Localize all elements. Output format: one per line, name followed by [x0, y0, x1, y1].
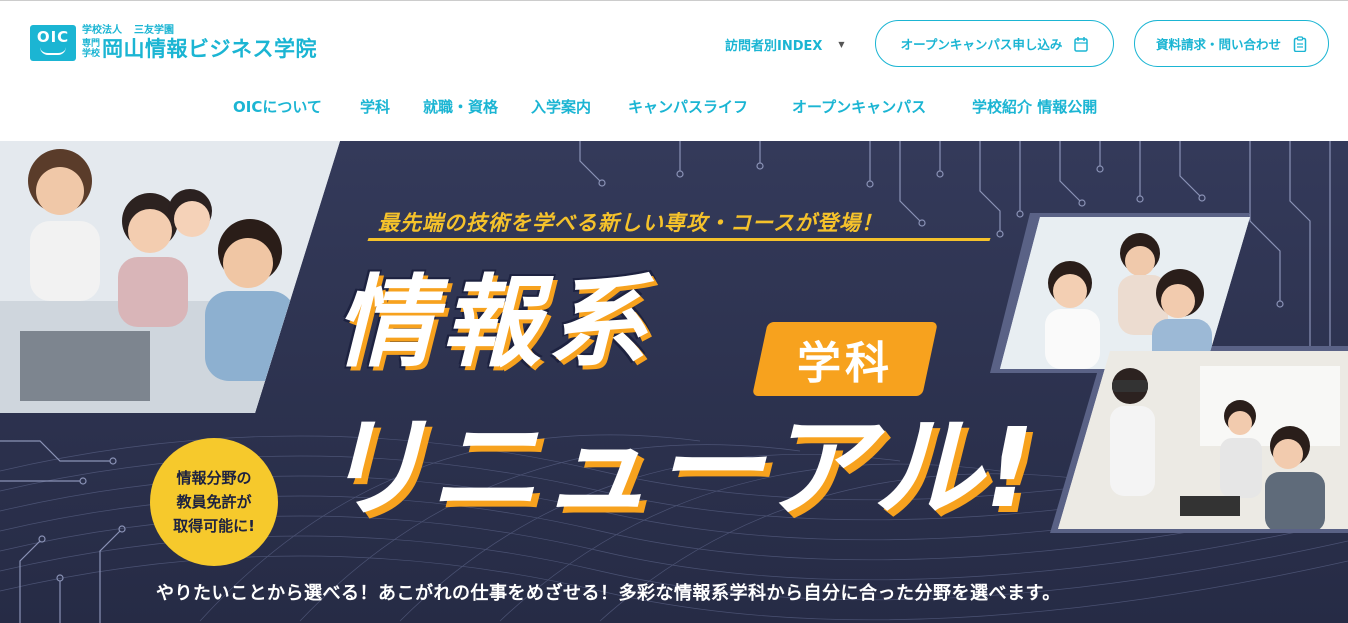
hero-bottom-copy: やりたいことから選べる！あこがれの仕事をめざせる！多彩な情報系学科から自分に合っ… [156, 583, 1061, 604]
logo-corp: 学校法人 [82, 25, 122, 36]
nav-item-admission[interactable]: 入学案内 [531, 96, 591, 117]
hero-banner[interactable]: 最先端の技術を学べる新しい専攻・コースが登場！ 情報系 学科 リニューアル! 情… [0, 141, 1348, 623]
visitor-index-label: 訪問者別INDEX [725, 39, 823, 54]
hero-title-badge-text: 学科 [797, 338, 893, 389]
badge-line-2: 教員免許が [176, 493, 252, 511]
oic-logo-icon: OIC [30, 25, 76, 61]
nav-item-campus-life[interactable]: キャンパスライフ [628, 96, 748, 117]
document-request-button[interactable]: 資料請求・問い合わせ [1134, 20, 1329, 67]
badge-line-1: 情報分野の [176, 469, 252, 487]
logo-small: 専門学校 [82, 39, 101, 59]
main-nav: OICについて 学科 就職・資格 入学案内 キャンパスライフ オープンキャンパス… [0, 96, 1348, 118]
tagline-underline [367, 238, 991, 241]
clipboard-icon [1293, 35, 1307, 52]
hero-title-badge: 学科 [752, 322, 938, 396]
logo-text: 学校法人 三友学園 専門学校 岡山情報ビジネス学院 [82, 25, 317, 61]
nav-item-about[interactable]: OICについて [233, 96, 322, 117]
logo-group: 三友学園 [134, 25, 174, 36]
nav-item-career[interactable]: 就職・資格 [423, 96, 498, 117]
open-campus-apply-label: オープンキャンパス申し込み [900, 37, 1063, 52]
hero-title-main: 情報系 [335, 264, 653, 381]
visitor-index-dropdown[interactable]: 訪問者別INDEX ▼ [725, 35, 845, 54]
site-header: OIC 学校法人 三友学園 専門学校 岡山情報ビジネス学院 訪問者別INDEX ▼… [0, 0, 1348, 141]
caret-down-icon: ▼ [838, 40, 845, 49]
students-photo-bottom-right [1050, 346, 1348, 533]
open-campus-apply-button[interactable]: オープンキャンパス申し込み [875, 20, 1114, 67]
nav-item-departments[interactable]: 学科 [360, 96, 390, 117]
nav-item-open-campus[interactable]: オープンキャンパス [792, 96, 926, 117]
teacher-license-badge: 情報分野の 教員免許が 取得可能に! [150, 438, 278, 566]
nav-item-school-info[interactable]: 学校紹介 情報公開 [972, 96, 1097, 117]
calendar-icon [1074, 36, 1089, 52]
hero-tagline: 最先端の技術を学べる新しい専攻・コースが登場！ [378, 211, 883, 235]
hero-title-sub: リニューアル! [318, 404, 1037, 532]
students-photo-left [0, 141, 340, 413]
logo-school-name: 岡山情報ビジネス学院 [102, 37, 317, 61]
site-logo[interactable]: OIC 学校法人 三友学園 専門学校 岡山情報ビジネス学院 [30, 25, 317, 61]
badge-line-3: 取得可能に! [173, 517, 255, 535]
document-request-label: 資料請求・問い合わせ [1155, 37, 1281, 52]
